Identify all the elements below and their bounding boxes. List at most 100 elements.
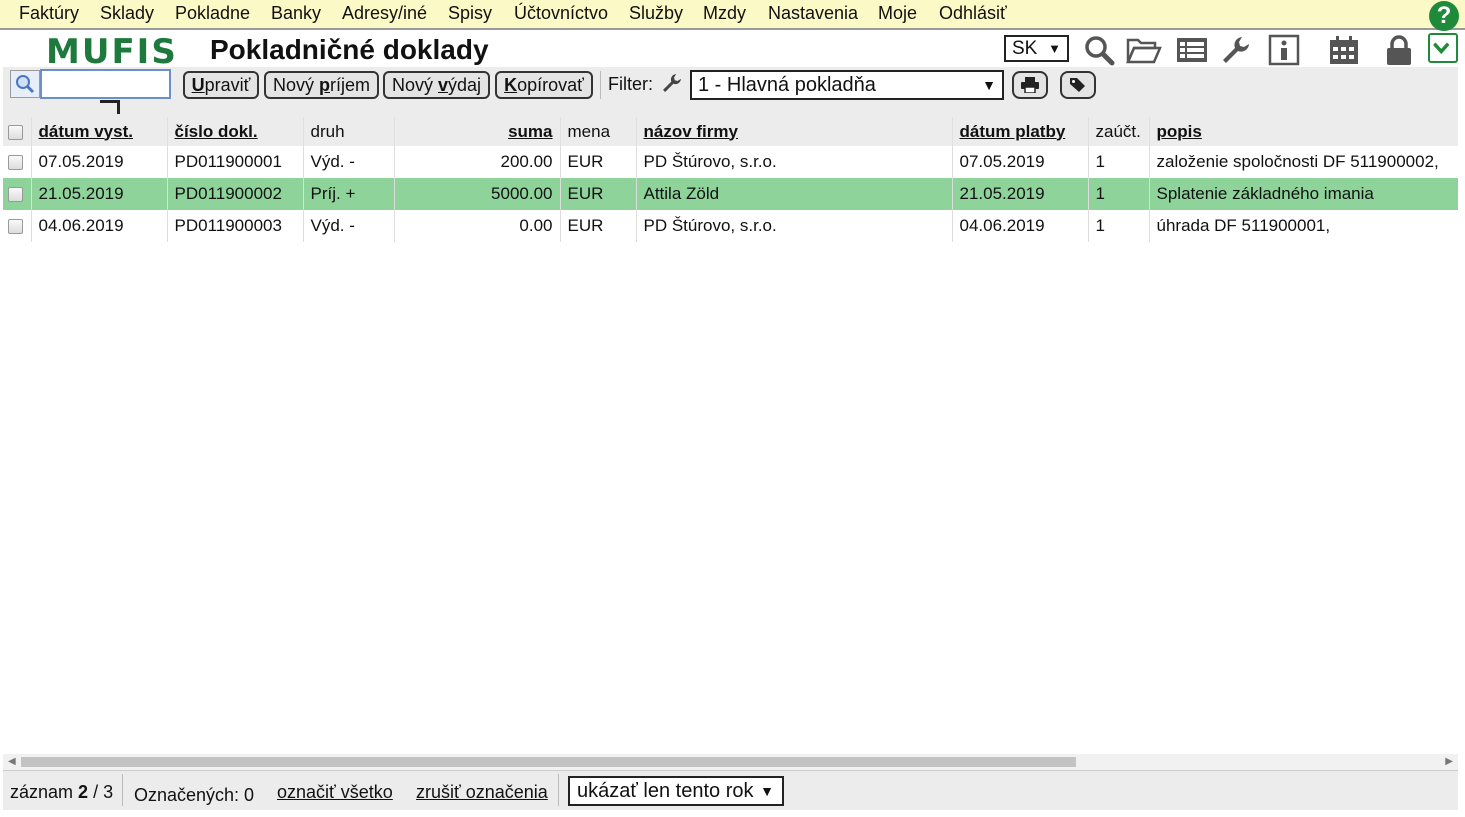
scroll-left-icon[interactable]: ◀	[8, 754, 16, 770]
menu-adresy[interactable]: Adresy/iné	[342, 3, 427, 24]
col-amount[interactable]: suma	[394, 117, 561, 146]
menu-faktury[interactable]: Faktúry	[19, 3, 79, 24]
cell-kind: Príj. +	[303, 178, 395, 210]
dropdown-arrow-icon: ▼	[1048, 41, 1061, 56]
language-select[interactable]: SK ▼	[1004, 35, 1069, 62]
menu-nastavenia[interactable]: Nastavenia	[768, 3, 858, 24]
info-icon[interactable]	[1268, 34, 1300, 66]
menu-sklady[interactable]: Sklady	[100, 3, 154, 24]
tags-icon	[1070, 78, 1085, 92]
printer-icon	[1021, 77, 1039, 93]
cell-description: založenie spoločnosti DF 511900002,	[1156, 152, 1439, 171]
cell-doc-number: PD011900003	[167, 210, 304, 242]
copy-button[interactable]: Kopírovať	[495, 71, 593, 99]
chevron-down-icon[interactable]	[1428, 33, 1458, 63]
row-checkbox[interactable]	[3, 146, 32, 178]
cell-posted: 1	[1088, 210, 1150, 242]
table-row-selected[interactable]: 21.05.2019 PD011900002 Príj. + 5000.00 E…	[3, 178, 1458, 210]
status-divider	[122, 774, 123, 806]
filter-label: Filter:	[608, 74, 653, 94]
filter-wrench-icon[interactable]	[661, 72, 683, 94]
cell-company: PD Štúrovo, s.r.o.	[636, 146, 953, 178]
top-menu-bar: Faktúry Sklady Pokladne Banky Adresy/iné…	[0, 0, 1465, 30]
unmark-link[interactable]: zrušiť označenia	[416, 782, 548, 803]
status-divider	[558, 774, 559, 806]
toolbar-divider	[600, 71, 601, 99]
record-indicator: záznam 2 / 3	[10, 782, 114, 802]
documents-table-container: dátum vyst. číslo dokl. druh suma mena n…	[3, 117, 1458, 757]
scroll-thumb[interactable]	[21, 757, 1076, 767]
tags-button[interactable]	[1060, 71, 1096, 99]
col-issue-date[interactable]: dátum vyst.	[31, 117, 168, 146]
year-filter-select[interactable]: ukázať len tento rok ▼	[568, 776, 784, 806]
col-currency: mena	[560, 117, 637, 146]
cell-kind: Výd. -	[303, 146, 395, 178]
cell-currency: EUR	[560, 146, 637, 178]
marked-count: Označených: 0	[134, 785, 255, 805]
menu-pokladne[interactable]: Pokladne	[175, 3, 250, 24]
search-icon[interactable]	[1083, 34, 1115, 66]
cell-amount: 5000.00	[394, 178, 561, 210]
cell-issue-date: 07.05.2019	[31, 146, 168, 178]
edit-button[interactable]: Upraviť	[183, 71, 259, 99]
cell-issue-date: 21.05.2019	[31, 178, 168, 210]
col-company[interactable]: názov firmy	[636, 117, 953, 146]
col-kind: druh	[303, 117, 395, 146]
cell-doc-number: PD011900002	[167, 178, 304, 210]
cell-company: Attila Zöld	[636, 178, 953, 210]
cell-currency: EUR	[560, 210, 637, 242]
menu-odhlasit[interactable]: Odhlásiť	[939, 3, 1007, 24]
menu-moje[interactable]: Moje	[878, 3, 917, 24]
help-icon[interactable]: ?	[1429, 1, 1459, 31]
print-button[interactable]	[1012, 71, 1048, 99]
cell-currency: EUR	[560, 178, 637, 210]
cell-issue-date: 04.06.2019	[31, 210, 168, 242]
mufis-logo: MUFIS	[46, 32, 178, 72]
search-cursor-marker	[100, 100, 120, 114]
cell-posted: 1	[1088, 178, 1150, 210]
magnifier-icon[interactable]	[10, 70, 40, 98]
cell-description: Splatenie základného imania	[1156, 184, 1374, 203]
cell-pay-date: 04.06.2019	[952, 210, 1089, 242]
list-icon[interactable]	[1176, 34, 1208, 66]
language-value: SK	[1012, 38, 1038, 59]
menu-uctovnictvo[interactable]: Účtovníctvo	[514, 3, 608, 24]
cell-doc-number: PD011900001	[167, 146, 304, 178]
year-filter-value: ukázať len tento rok	[577, 780, 754, 802]
calendar-icon[interactable]	[1328, 34, 1360, 66]
cell-kind: Výd. -	[303, 210, 395, 242]
cashbox-filter-select[interactable]: 1 - Hlavná pokladňa ▼	[690, 70, 1004, 100]
search-input[interactable]	[40, 69, 171, 99]
mark-all-link[interactable]: označiť všetko	[277, 782, 393, 803]
table-row[interactable]: 07.05.2019 PD011900001 Výd. - 200.00 EUR…	[3, 146, 1458, 178]
cashbox-filter-value: 1 - Hlavná pokladňa	[698, 74, 876, 96]
cell-company: PD Štúrovo, s.r.o.	[636, 210, 953, 242]
menu-spisy[interactable]: Spisy	[448, 3, 492, 24]
documents-table: dátum vyst. číslo dokl. druh suma mena n…	[3, 117, 1458, 242]
cell-amount: 200.00	[394, 146, 561, 178]
col-doc-number[interactable]: číslo dokl.	[167, 117, 304, 146]
lock-icon[interactable]	[1383, 34, 1415, 66]
col-pay-date[interactable]: dátum platby	[952, 117, 1089, 146]
select-all-checkbox[interactable]	[3, 117, 32, 146]
table-header-row: dátum vyst. číslo dokl. druh suma mena n…	[3, 117, 1458, 146]
row-checkbox[interactable]	[3, 178, 32, 210]
cell-pay-date: 07.05.2019	[952, 146, 1089, 178]
cell-pay-date: 21.05.2019	[952, 178, 1089, 210]
menu-banky[interactable]: Banky	[271, 3, 321, 24]
new-income-button[interactable]: Nový príjem	[264, 71, 379, 99]
dropdown-arrow-icon: ▼	[982, 77, 996, 93]
cell-posted: 1	[1088, 146, 1150, 178]
cell-description: úhrada DF 511900001,	[1156, 216, 1331, 235]
col-posted: zaúčt.	[1088, 117, 1150, 146]
wrench-icon[interactable]	[1220, 34, 1252, 66]
menu-mzdy[interactable]: Mzdy	[703, 3, 746, 24]
new-expense-button[interactable]: Nový výdaj	[383, 71, 490, 99]
col-description[interactable]: popis	[1149, 117, 1458, 146]
scroll-right-icon[interactable]: ▶	[1445, 754, 1453, 770]
folder-open-icon[interactable]	[1126, 34, 1162, 66]
menu-sluzby[interactable]: Služby	[629, 3, 683, 24]
row-checkbox[interactable]	[3, 210, 32, 242]
table-row[interactable]: 04.06.2019 PD011900003 Výd. - 0.00 EUR P…	[3, 210, 1458, 242]
horizontal-scrollbar[interactable]: ◀ ▶	[3, 754, 1458, 770]
